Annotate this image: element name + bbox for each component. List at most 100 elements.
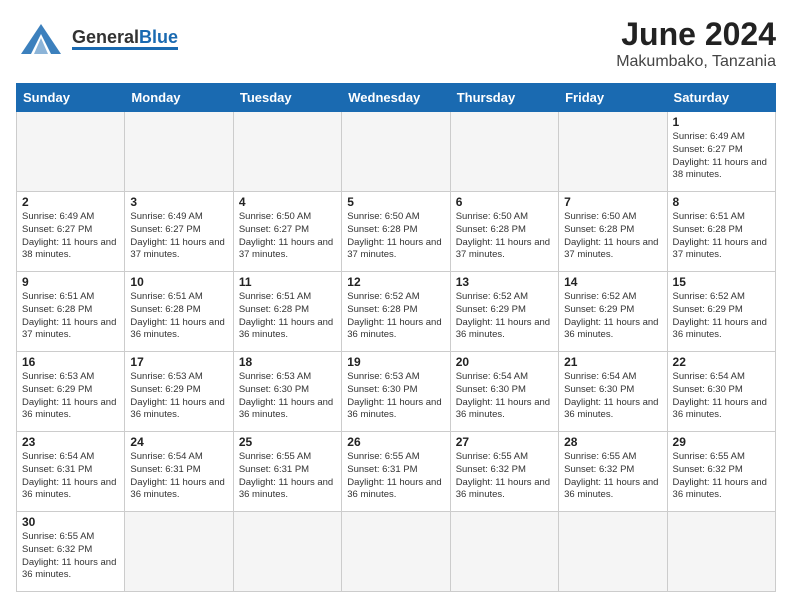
day-info: Sunrise: 6:51 AMSunset: 6:28 PMDaylight:… xyxy=(673,211,770,262)
day-info: Sunrise: 6:55 AMSunset: 6:31 PMDaylight:… xyxy=(347,451,444,502)
calendar-cell: 23 Sunrise: 6:54 AMSunset: 6:31 PMDayligh… xyxy=(17,432,125,512)
day-info: Sunrise: 6:52 AMSunset: 6:29 PMDaylight:… xyxy=(564,291,661,342)
calendar-cell: 3Sunrise: 6:49 AMSunset: 6:27 PMDaylight… xyxy=(125,192,233,272)
logo: General Blue xyxy=(16,16,178,61)
day-info: Sunrise: 6:49 AMSunset: 6:27 PMDaylight:… xyxy=(673,131,770,182)
day-info: Sunrise: 6:50 AMSunset: 6:28 PMDaylight:… xyxy=(347,211,444,262)
calendar-cell: 30Sunrise: 6:55 AMSunset: 6:32 PMDayligh… xyxy=(17,512,125,592)
day-number: 24 xyxy=(130,435,227,449)
calendar-cell xyxy=(125,112,233,192)
day-number: 23 xyxy=(22,435,119,449)
calendar-cell: 15 Sunrise: 6:52 AMSunset: 6:29 PMDayligh… xyxy=(667,272,775,352)
calendar-cell: 24 Sunrise: 6:54 AMSunset: 6:31 PMDayligh… xyxy=(125,432,233,512)
calendar-cell: 27 Sunrise: 6:55 AMSunset: 6:32 PMDayligh… xyxy=(450,432,558,512)
calendar-cell: 17Sunrise: 6:53 AMSunset: 6:29 PMDayligh… xyxy=(125,352,233,432)
day-info: Sunrise: 6:54 AMSunset: 6:30 PMDaylight:… xyxy=(564,371,661,422)
calendar-cell: 12Sunrise: 6:52 AMSunset: 6:28 PMDayligh… xyxy=(342,272,450,352)
logo-icon xyxy=(16,16,66,61)
day-info: Sunrise: 6:55 AMSunset: 6:32 PMDaylight:… xyxy=(456,451,553,502)
weekday-header-tuesday: Tuesday xyxy=(233,84,341,112)
day-info: Sunrise: 6:52 AMSunset: 6:29 PMDaylight:… xyxy=(673,291,770,342)
day-number: 7 xyxy=(564,195,661,209)
day-number: 5 xyxy=(347,195,444,209)
day-info: Sunrise: 6:54 AMSunset: 6:31 PMDaylight:… xyxy=(22,451,119,502)
day-number: 22 xyxy=(673,355,770,369)
day-number: 15 xyxy=(673,275,770,289)
day-number: 8 xyxy=(673,195,770,209)
title-area: June 2024 Makumbako, Tanzania xyxy=(616,16,776,71)
weekday-header-sunday: Sunday xyxy=(17,84,125,112)
week-row-5: 30Sunrise: 6:55 AMSunset: 6:32 PMDayligh… xyxy=(17,512,776,592)
calendar-cell xyxy=(342,112,450,192)
calendar-cell: 16 Sunrise: 6:53 AMSunset: 6:29 PMDayligh… xyxy=(17,352,125,432)
day-info: Sunrise: 6:54 AMSunset: 6:30 PMDaylight:… xyxy=(673,371,770,422)
calendar-cell: 11Sunrise: 6:51 AMSunset: 6:28 PMDayligh… xyxy=(233,272,341,352)
day-number: 27 xyxy=(456,435,553,449)
calendar-cell xyxy=(233,512,341,592)
day-number: 16 xyxy=(22,355,119,369)
day-number: 1 xyxy=(673,115,770,129)
weekday-header-saturday: Saturday xyxy=(667,84,775,112)
day-number: 28 xyxy=(564,435,661,449)
calendar-cell xyxy=(17,112,125,192)
day-number: 19 xyxy=(347,355,444,369)
calendar-cell xyxy=(233,112,341,192)
logo-underline xyxy=(72,47,178,50)
day-number: 10 xyxy=(130,275,227,289)
day-info: Sunrise: 6:49 AMSunset: 6:27 PMDaylight:… xyxy=(130,211,227,262)
calendar-table: SundayMondayTuesdayWednesdayThursdayFrid… xyxy=(16,83,776,592)
calendar-cell: 8 Sunrise: 6:51 AMSunset: 6:28 PMDaylight… xyxy=(667,192,775,272)
calendar-cell: 19Sunrise: 6:53 AMSunset: 6:30 PMDayligh… xyxy=(342,352,450,432)
day-number: 14 xyxy=(564,275,661,289)
calendar-cell: 5 Sunrise: 6:50 AMSunset: 6:28 PMDaylight… xyxy=(342,192,450,272)
calendar-cell: 2Sunrise: 6:49 AMSunset: 6:27 PMDaylight… xyxy=(17,192,125,272)
day-number: 4 xyxy=(239,195,336,209)
calendar-cell: 1 Sunrise: 6:49 AMSunset: 6:27 PMDaylight… xyxy=(667,112,775,192)
day-info: Sunrise: 6:55 AMSunset: 6:32 PMDaylight:… xyxy=(673,451,770,502)
day-number: 12 xyxy=(347,275,444,289)
day-info: Sunrise: 6:54 AMSunset: 6:30 PMDaylight:… xyxy=(456,371,553,422)
weekday-header-row: SundayMondayTuesdayWednesdayThursdayFrid… xyxy=(17,84,776,112)
day-info: Sunrise: 6:52 AMSunset: 6:29 PMDaylight:… xyxy=(456,291,553,342)
calendar-cell: 26Sunrise: 6:55 AMSunset: 6:31 PMDayligh… xyxy=(342,432,450,512)
day-number: 25 xyxy=(239,435,336,449)
day-info: Sunrise: 6:53 AMSunset: 6:30 PMDaylight:… xyxy=(239,371,336,422)
calendar-cell: 28Sunrise: 6:55 AMSunset: 6:32 PMDayligh… xyxy=(559,432,667,512)
calendar-cell xyxy=(559,112,667,192)
day-info: Sunrise: 6:51 AMSunset: 6:28 PMDaylight:… xyxy=(130,291,227,342)
calendar-cell: 13 Sunrise: 6:52 AMSunset: 6:29 PMDayligh… xyxy=(450,272,558,352)
day-number: 13 xyxy=(456,275,553,289)
calendar-cell: 20 Sunrise: 6:54 AMSunset: 6:30 PMDayligh… xyxy=(450,352,558,432)
day-info: Sunrise: 6:53 AMSunset: 6:29 PMDaylight:… xyxy=(22,371,119,422)
calendar-cell xyxy=(559,512,667,592)
weekday-header-monday: Monday xyxy=(125,84,233,112)
weekday-header-thursday: Thursday xyxy=(450,84,558,112)
week-row-2: 9Sunrise: 6:51 AMSunset: 6:28 PMDaylight… xyxy=(17,272,776,352)
calendar-cell: 6Sunrise: 6:50 AMSunset: 6:28 PMDaylight… xyxy=(450,192,558,272)
calendar-cell: 10 Sunrise: 6:51 AMSunset: 6:28 PMDayligh… xyxy=(125,272,233,352)
day-info: Sunrise: 6:49 AMSunset: 6:27 PMDaylight:… xyxy=(22,211,119,262)
calendar-cell: 22 Sunrise: 6:54 AMSunset: 6:30 PMDayligh… xyxy=(667,352,775,432)
week-row-1: 2Sunrise: 6:49 AMSunset: 6:27 PMDaylight… xyxy=(17,192,776,272)
day-number: 20 xyxy=(456,355,553,369)
day-info: Sunrise: 6:50 AMSunset: 6:28 PMDaylight:… xyxy=(564,211,661,262)
calendar-cell xyxy=(450,112,558,192)
week-row-3: 16 Sunrise: 6:53 AMSunset: 6:29 PMDayligh… xyxy=(17,352,776,432)
day-number: 29 xyxy=(673,435,770,449)
calendar-cell: 18Sunrise: 6:53 AMSunset: 6:30 PMDayligh… xyxy=(233,352,341,432)
weekday-header-friday: Friday xyxy=(559,84,667,112)
calendar-cell: 9Sunrise: 6:51 AMSunset: 6:28 PMDaylight… xyxy=(17,272,125,352)
day-number: 11 xyxy=(239,275,336,289)
day-info: Sunrise: 6:51 AMSunset: 6:28 PMDaylight:… xyxy=(22,291,119,342)
calendar-cell xyxy=(342,512,450,592)
sub-title: Makumbako, Tanzania xyxy=(616,53,776,71)
calendar-cell xyxy=(125,512,233,592)
day-number: 6 xyxy=(456,195,553,209)
header: General Blue June 2024 Makumbako, Tanzan… xyxy=(16,16,776,71)
day-number: 21 xyxy=(564,355,661,369)
calendar-cell: 25 Sunrise: 6:55 AMSunset: 6:31 PMDayligh… xyxy=(233,432,341,512)
weekday-header-wednesday: Wednesday xyxy=(342,84,450,112)
calendar-cell: 14 Sunrise: 6:52 AMSunset: 6:29 PMDayligh… xyxy=(559,272,667,352)
day-info: Sunrise: 6:55 AMSunset: 6:31 PMDaylight:… xyxy=(239,451,336,502)
day-info: Sunrise: 6:54 AMSunset: 6:31 PMDaylight:… xyxy=(130,451,227,502)
